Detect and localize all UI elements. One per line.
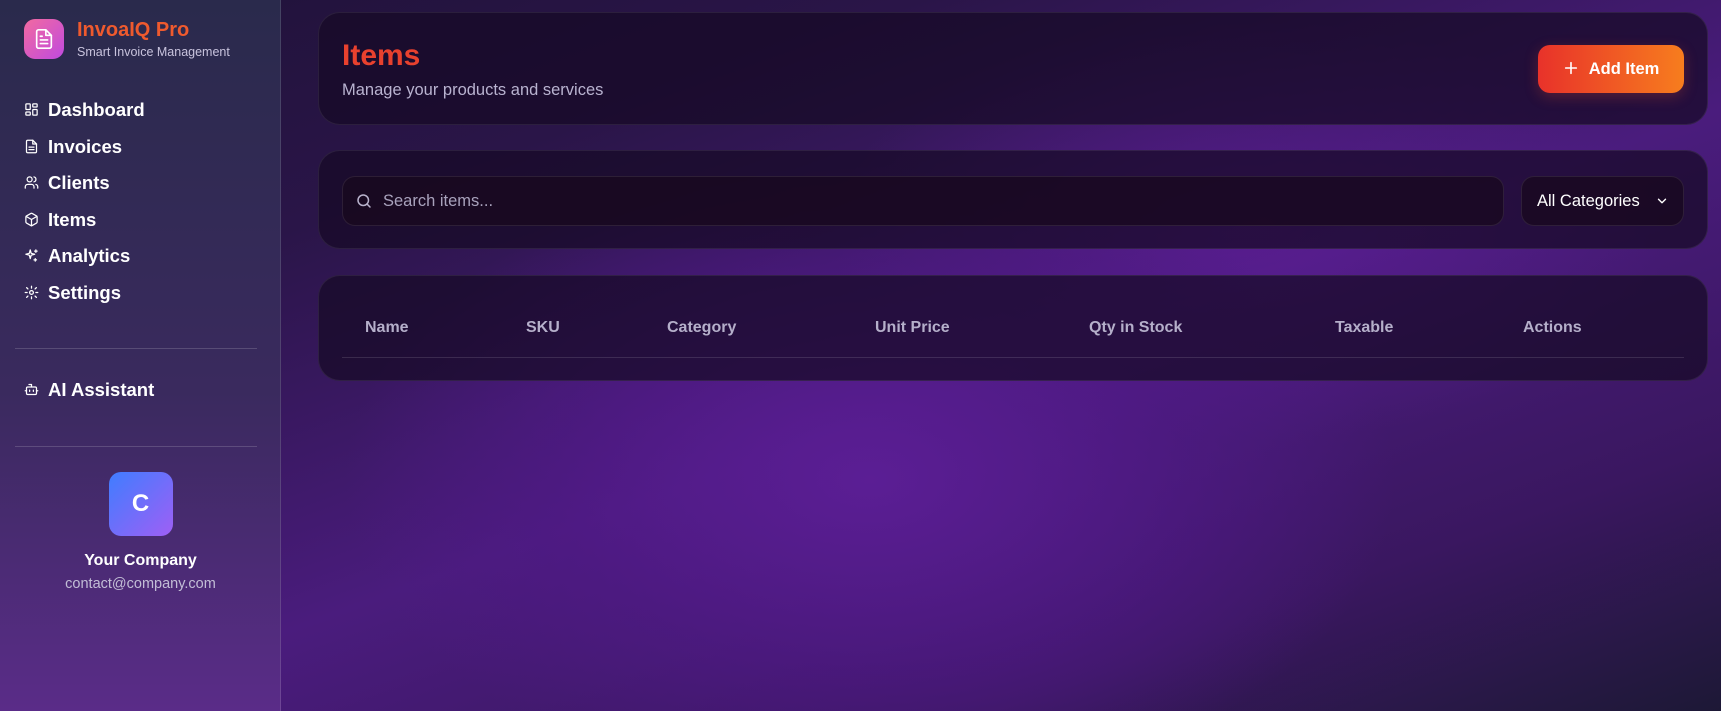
search-icon xyxy=(355,192,373,210)
page-header: Items Manage your products and services … xyxy=(318,12,1708,125)
items-table: Name SKU Category Unit Price Qty in Stoc… xyxy=(318,275,1708,381)
sparkles-icon xyxy=(24,248,40,264)
sidebar-nav: Dashboard Invoices Clients Items Analyti… xyxy=(24,92,145,311)
sidebar-item-analytics[interactable]: Analytics xyxy=(24,238,145,275)
column-header-qty-in-stock[interactable]: Qty in Stock xyxy=(1089,319,1182,337)
brand-name: InvoaIQ Pro xyxy=(77,19,190,41)
sidebar-divider xyxy=(15,348,257,349)
chevron-down-icon xyxy=(1655,194,1669,213)
sidebar-item-ai-assistant[interactable]: AI Assistant xyxy=(24,372,154,409)
users-icon xyxy=(24,175,40,191)
column-header-unit-price[interactable]: Unit Price xyxy=(875,319,950,337)
brand[interactable]: InvoaIQ Pro Smart Invoice Management xyxy=(24,19,230,59)
sidebar-item-items[interactable]: Items xyxy=(24,202,145,239)
bot-icon xyxy=(24,382,40,398)
column-header-taxable[interactable]: Taxable xyxy=(1335,319,1393,337)
sidebar-item-label: Clients xyxy=(48,172,110,194)
sidebar-item-label: Analytics xyxy=(48,245,131,267)
avatar: C xyxy=(108,472,173,536)
sidebar-item-dashboard[interactable]: Dashboard xyxy=(24,92,145,129)
column-header-category[interactable]: Category xyxy=(667,319,736,337)
sidebar-item-label: Dashboard xyxy=(48,99,145,121)
category-select[interactable]: All Categories xyxy=(1521,176,1684,226)
sidebar-divider xyxy=(15,446,257,447)
sidebar-item-invoices[interactable]: Invoices xyxy=(24,129,145,166)
page-title: Items xyxy=(342,39,421,72)
search-input[interactable] xyxy=(383,191,1483,211)
sidebar-item-label: Settings xyxy=(48,281,121,303)
document-icon xyxy=(24,139,40,155)
company-name: Your Company xyxy=(84,552,197,569)
plus-icon xyxy=(1563,58,1579,80)
add-item-label: Add Item xyxy=(1588,59,1660,78)
column-header-name[interactable]: Name xyxy=(365,319,409,337)
company-email: contact@company.com xyxy=(65,576,216,592)
sidebar-item-label: AI Assistant xyxy=(48,379,155,401)
add-item-button[interactable]: Add Item xyxy=(1538,45,1684,93)
category-select-value: All Categories xyxy=(1537,191,1640,210)
sidebar-secondary-nav: AI Assistant xyxy=(24,372,154,409)
column-header-sku[interactable]: SKU xyxy=(526,319,560,337)
grid-icon xyxy=(24,102,40,118)
invoice-logo-icon xyxy=(24,19,64,59)
company-profile[interactable]: C Your Company contact@company.com xyxy=(0,472,281,592)
sidebar-item-label: Invoices xyxy=(48,135,123,157)
gear-icon xyxy=(24,285,40,301)
sidebar-item-settings[interactable]: Settings xyxy=(24,275,145,312)
sidebar: InvoaIQ Pro Smart Invoice Management Das… xyxy=(0,0,281,711)
sidebar-item-label: Items xyxy=(48,208,97,230)
package-icon xyxy=(24,212,40,228)
table-header: Name SKU Category Unit Price Qty in Stoc… xyxy=(342,319,1684,358)
filter-bar: All Categories xyxy=(318,150,1708,249)
column-header-actions: Actions xyxy=(1523,319,1582,336)
page-subtitle: Manage your products and services xyxy=(342,81,604,99)
brand-tagline: Smart Invoice Management xyxy=(77,45,230,59)
search-box[interactable] xyxy=(342,176,1504,226)
sidebar-item-clients[interactable]: Clients xyxy=(24,165,145,202)
